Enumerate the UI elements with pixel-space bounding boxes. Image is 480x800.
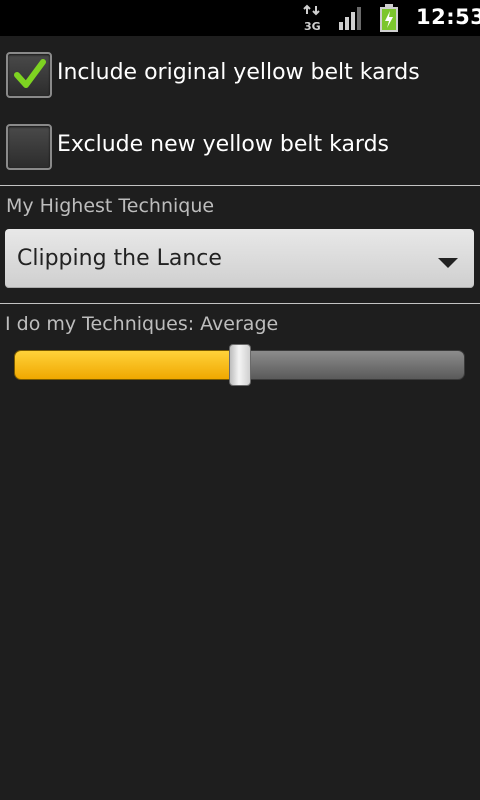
3g-data-icon: 3G	[302, 4, 324, 33]
exclude-new-row[interactable]: Exclude new yellow belt kards	[0, 110, 480, 178]
exclude-new-label: Exclude new yellow belt kards	[57, 132, 390, 157]
battery-charging-icon	[378, 4, 400, 32]
divider	[0, 185, 480, 186]
svg-text:3G: 3G	[304, 20, 321, 32]
include-original-checkbox[interactable]	[6, 52, 52, 98]
technique-speed-seekbar[interactable]	[14, 344, 465, 386]
divider	[0, 303, 480, 304]
seekbar-progress	[14, 350, 240, 380]
exclude-new-checkbox[interactable]	[6, 124, 52, 170]
highest-technique-spinner[interactable]: Clipping the Lance	[5, 229, 474, 288]
status-clock: 12:53	[416, 5, 480, 29]
include-original-label: Include original yellow belt kards	[57, 60, 420, 85]
highest-technique-label: My Highest Technique	[6, 195, 215, 217]
signal-strength-icon	[338, 6, 364, 30]
status-bar: 3G 12:53	[0, 0, 480, 36]
highest-technique-value: Clipping the Lance	[17, 246, 222, 271]
dropdown-arrow-icon	[437, 254, 459, 273]
technique-speed-label: I do my Techniques: Average	[5, 313, 279, 335]
include-original-row[interactable]: Include original yellow belt kards	[0, 38, 480, 106]
checkmark-icon	[14, 59, 46, 88]
seekbar-thumb[interactable]	[229, 344, 251, 386]
